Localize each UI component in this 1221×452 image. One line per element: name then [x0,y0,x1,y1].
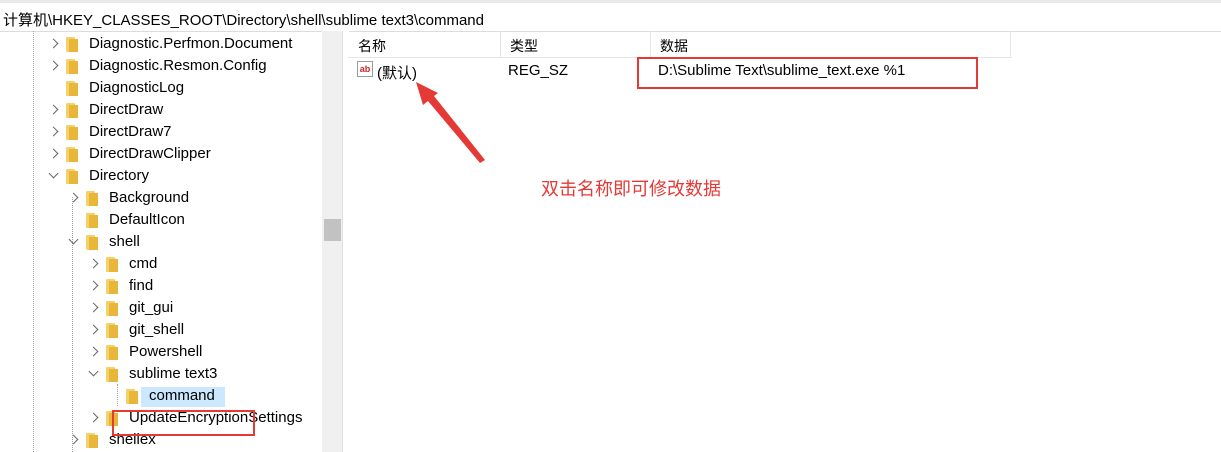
annotation-arrow [416,82,485,163]
annotation-text: 双击名称即可修改数据 [541,179,721,200]
